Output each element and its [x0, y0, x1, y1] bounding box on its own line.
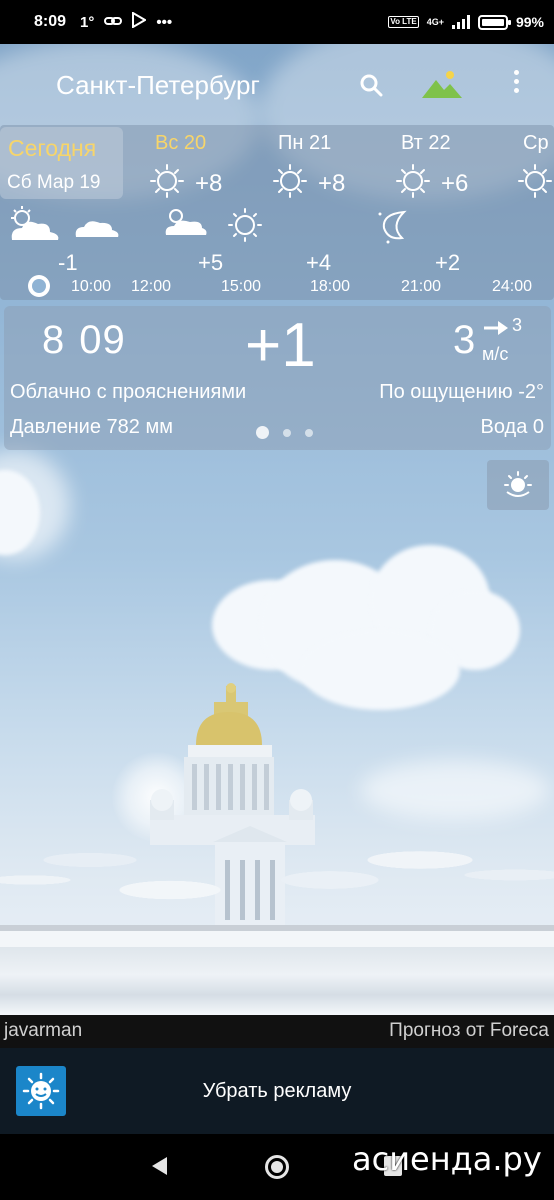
home-icon[interactable]	[265, 1155, 289, 1179]
cloud-icon	[75, 221, 119, 237]
day-temp: +6	[441, 169, 469, 197]
hour-time: 18:00	[310, 278, 351, 295]
volte-icon: Vo LTE	[388, 16, 419, 28]
feels-like: По ощущению -2°	[379, 381, 544, 403]
clock-minutes: 09	[79, 318, 126, 362]
cloud-sun-icon	[11, 206, 59, 240]
hour-time: 21:00	[401, 278, 442, 295]
photo-author[interactable]: javarman	[4, 1020, 82, 1042]
link-icon	[104, 14, 123, 31]
hour-temp: -1	[58, 250, 78, 275]
moon-icon	[378, 210, 407, 244]
remove-ads-bar[interactable]: Убрать рекламу	[0, 1048, 554, 1134]
network-type-icon: 4G+	[426, 17, 444, 27]
today-date: Сб Мар 19	[7, 172, 101, 193]
day-name: Вс 20	[155, 132, 207, 154]
day-tab-monday[interactable]: Пн 21 +8	[273, 132, 346, 204]
wind-unit: м/с	[482, 344, 509, 364]
battery-icon	[477, 14, 511, 30]
sunrise-icon	[504, 471, 532, 497]
hour-time: 24:00	[492, 278, 533, 295]
current-temperature: +1	[245, 311, 316, 380]
sun-moon-button[interactable]	[487, 460, 549, 510]
sun-icon	[395, 163, 431, 204]
signal-icon	[451, 15, 470, 29]
sun-icon	[228, 208, 262, 242]
day-tab-wednesday[interactable]: Ср	[518, 132, 553, 204]
hour-temp: +5	[198, 250, 224, 275]
water-temperature: Вода 0	[480, 416, 545, 438]
sun-icon	[272, 163, 308, 204]
wind-speed: 3	[453, 318, 476, 362]
day-temp: +8	[195, 169, 223, 197]
day-temp: +8	[318, 169, 346, 197]
battery-percent: 99%	[515, 14, 544, 30]
hourly-icons	[11, 206, 407, 244]
current-clock: 8 09	[42, 318, 126, 363]
hour-temp: +4	[306, 250, 332, 275]
play-store-icon	[132, 11, 148, 32]
page-dot[interactable]	[305, 428, 313, 437]
remove-ads-label[interactable]: Убрать рекламу	[0, 1080, 554, 1103]
day-tab-sunday[interactable]: Вс 20 +8	[150, 132, 223, 204]
day-tab-tuesday[interactable]: Вт 22 +6	[396, 132, 469, 204]
condition-text: Облачно с прояснениями	[10, 381, 247, 403]
status-bar: 8:09 1° ••• Vo LTE 4G+ 99%	[0, 0, 554, 44]
day-name: Ср	[523, 132, 549, 154]
app-bar: Санкт-Петербург	[0, 60, 554, 110]
cloud-sun-icon	[165, 209, 207, 235]
more-notifications-icon: •••	[156, 13, 173, 31]
status-temperature: 1°	[80, 13, 95, 31]
day-name: Вт 22	[401, 132, 451, 154]
wind-gust: 3	[512, 315, 523, 335]
watermark: асиенда.ру	[352, 1140, 542, 1178]
credits-bar: javarman Прогноз от Foreca	[0, 1015, 554, 1048]
hour-time: 10:00	[71, 278, 112, 295]
today-label: Сегодня	[8, 135, 97, 161]
page-indicator	[256, 426, 313, 439]
pressure: Давление 782 мм	[10, 416, 173, 438]
page-dot[interactable]	[283, 428, 291, 437]
current-time-marker	[28, 275, 50, 297]
hour-time: 12:00	[131, 278, 172, 295]
clock-hours: 8	[42, 318, 66, 362]
forecast-provider[interactable]: Прогноз от Foreca	[389, 1020, 549, 1042]
city-title[interactable]: Санкт-Петербург	[56, 70, 260, 101]
day-name: Пн 21	[278, 132, 332, 154]
back-icon[interactable]	[152, 1157, 167, 1175]
sun-icon	[149, 163, 185, 204]
status-time: 8:09	[34, 13, 67, 30]
wind-direction-icon	[482, 318, 510, 343]
search-icon[interactable]	[358, 72, 386, 100]
hour-temp: +2	[435, 250, 461, 275]
background-picker-icon[interactable]	[420, 68, 464, 105]
overflow-menu-icon[interactable]	[508, 70, 524, 100]
hourly-temperatures: -1 +5 +4 +2	[0, 250, 554, 275]
hour-time: 15:00	[221, 278, 262, 295]
page-dot-active	[256, 426, 269, 439]
sun-icon	[517, 163, 553, 204]
